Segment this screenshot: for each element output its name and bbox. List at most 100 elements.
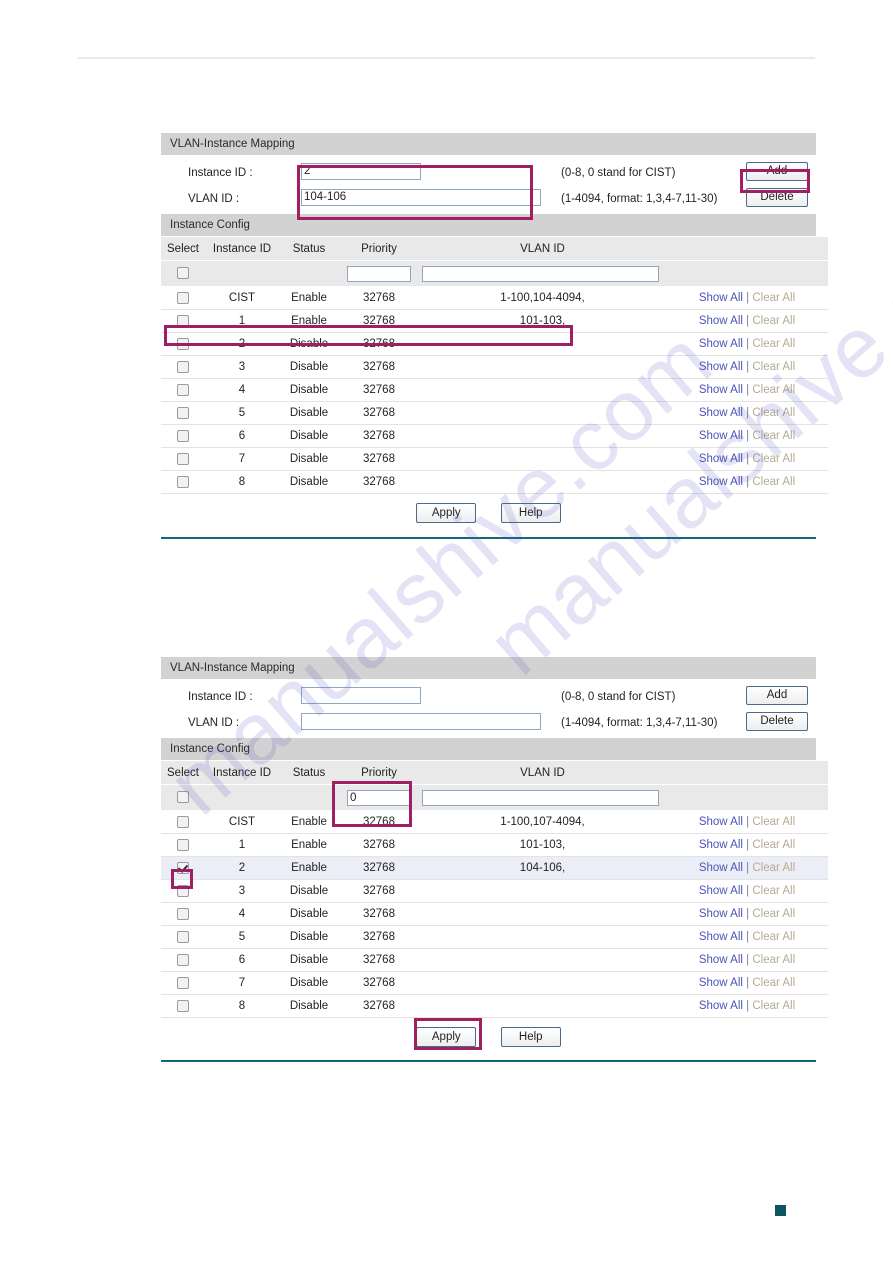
vlan-id-input-2[interactable] (301, 713, 541, 730)
show-all-link[interactable]: Show All (699, 384, 743, 396)
show-all-link[interactable]: Show All (699, 816, 743, 828)
row-select-checkbox[interactable] (177, 907, 189, 920)
clear-all-link[interactable]: Clear All (752, 338, 795, 350)
show-all-link[interactable]: Show All (699, 954, 743, 966)
row-select-checkbox[interactable] (177, 976, 189, 989)
clear-all-link[interactable]: Clear All (752, 407, 795, 419)
show-all-link[interactable]: Show All (699, 476, 743, 488)
priority-filter-input-1[interactable] (347, 265, 411, 282)
clear-all-link[interactable]: Clear All (752, 453, 795, 465)
show-all-link[interactable]: Show All (699, 977, 743, 989)
row-select-cell[interactable] (161, 810, 205, 834)
table-row[interactable]: 2 Disable 32768 Show All | Clear All (161, 332, 828, 356)
row-select-cell[interactable] (161, 994, 205, 1018)
table-row[interactable]: 3 Disable 32768 Show All | Clear All (161, 355, 828, 379)
row-select-checkbox[interactable] (177, 406, 189, 419)
instance-id-input-1[interactable] (301, 163, 421, 180)
row-select-checkbox[interactable] (177, 314, 189, 327)
show-all-link[interactable]: Show All (699, 862, 743, 874)
table-row[interactable]: 5 Disable 32768 Show All | Clear All (161, 401, 828, 425)
table-row[interactable]: CIST Enable 32768 1-100,104-4094, Show All |… (161, 286, 828, 310)
row-select-cell[interactable] (161, 925, 205, 949)
row-select-cell[interactable] (161, 879, 205, 903)
clear-all-link[interactable]: Clear All (752, 885, 795, 897)
row-select-cell[interactable] (161, 332, 205, 356)
row-select-cell[interactable] (161, 948, 205, 972)
row-select-checkbox[interactable] (177, 360, 189, 373)
show-all-link[interactable]: Show All (699, 430, 743, 442)
table-row[interactable]: 8 Disable 32768 Show All | Clear All (161, 994, 828, 1018)
row-select-cell[interactable] (161, 856, 205, 880)
show-all-link[interactable]: Show All (699, 407, 743, 419)
select-all-cell[interactable] (161, 260, 205, 287)
clear-all-link[interactable]: Clear All (752, 908, 795, 920)
row-select-cell[interactable] (161, 902, 205, 926)
add-button-1[interactable]: Add (746, 162, 808, 181)
row-select-cell[interactable] (161, 378, 205, 402)
show-all-link[interactable]: Show All (699, 338, 743, 350)
show-all-link[interactable]: Show All (699, 908, 743, 920)
show-all-link[interactable]: Show All (699, 885, 743, 897)
clear-all-link[interactable]: Clear All (752, 1000, 795, 1012)
table-row[interactable]: 1 Enable 32768 101-103, Show All | Clear All (161, 833, 828, 857)
clear-all-link[interactable]: Clear All (752, 384, 795, 396)
table-row[interactable]: 1 Enable 32768 101-103, Show All | Clear All (161, 309, 828, 333)
row-select-checkbox[interactable] (177, 838, 189, 851)
clear-all-link[interactable]: Clear All (752, 839, 795, 851)
row-select-checkbox[interactable] (177, 452, 189, 465)
row-select-checkbox[interactable] (177, 429, 189, 442)
clear-all-link[interactable]: Clear All (752, 931, 795, 943)
clear-all-link[interactable]: Clear All (752, 315, 795, 327)
show-all-link[interactable]: Show All (699, 453, 743, 465)
clear-all-link[interactable]: Clear All (752, 954, 795, 966)
apply-button-2[interactable]: Apply (416, 1027, 477, 1047)
row-select-cell[interactable] (161, 470, 205, 494)
row-select-cell[interactable] (161, 355, 205, 379)
row-select-cell[interactable] (161, 424, 205, 448)
table-row[interactable]: CIST Enable 32768 1-100,107-4094, Show All |… (161, 810, 828, 834)
row-select-checkbox[interactable] (177, 475, 189, 488)
row-select-checkbox[interactable] (177, 337, 189, 350)
clear-all-link[interactable]: Clear All (752, 476, 795, 488)
clear-all-link[interactable]: Clear All (752, 977, 795, 989)
clear-all-link[interactable]: Clear All (752, 292, 795, 304)
clear-all-link[interactable]: Clear All (752, 816, 795, 828)
row-select-cell[interactable] (161, 309, 205, 333)
table-row[interactable]: 8 Disable 32768 Show All | Clear All (161, 470, 828, 494)
help-button-1[interactable]: Help (500, 503, 561, 523)
vlan-filter-input-2[interactable] (422, 789, 659, 806)
row-select-checkbox[interactable] (177, 999, 189, 1012)
apply-button-1[interactable]: Apply (416, 503, 477, 523)
show-all-link[interactable]: Show All (699, 292, 743, 304)
table-row[interactable]: 3 Disable 32768 Show All | Clear All (161, 879, 828, 903)
row-select-cell[interactable] (161, 447, 205, 471)
table-row[interactable]: 4 Disable 32768 Show All | Clear All (161, 378, 828, 402)
row-select-cell[interactable] (161, 286, 205, 310)
row-select-cell[interactable] (161, 971, 205, 995)
show-all-link[interactable]: Show All (699, 315, 743, 327)
row-select-checkbox[interactable] (177, 953, 189, 966)
row-select-checkbox[interactable] (177, 291, 189, 304)
select-all-checkbox[interactable] (177, 791, 189, 804)
row-select-checkbox[interactable] (177, 383, 189, 396)
table-row[interactable]: 4 Disable 32768 Show All | Clear All (161, 902, 828, 926)
priority-filter-input-2[interactable] (347, 789, 411, 806)
table-row[interactable]: 6 Disable 32768 Show All | Clear All (161, 948, 828, 972)
row-select-checkbox[interactable] (177, 815, 189, 828)
delete-button-2[interactable]: Delete (746, 712, 808, 731)
instance-id-input-2[interactable] (301, 687, 421, 704)
show-all-link[interactable]: Show All (699, 1000, 743, 1012)
add-button-2[interactable]: Add (746, 686, 808, 705)
row-select-checkbox[interactable] (177, 930, 189, 943)
row-select-cell[interactable] (161, 401, 205, 425)
clear-all-link[interactable]: Clear All (752, 862, 795, 874)
row-select-cell[interactable] (161, 833, 205, 857)
select-all-checkbox[interactable] (177, 267, 189, 280)
table-row[interactable]: 6 Disable 32768 Show All | Clear All (161, 424, 828, 448)
table-row[interactable]: 7 Disable 32768 Show All | Clear All (161, 447, 828, 471)
show-all-link[interactable]: Show All (699, 839, 743, 851)
table-row[interactable]: 7 Disable 32768 Show All | Clear All (161, 971, 828, 995)
vlan-filter-input-1[interactable] (422, 265, 659, 282)
show-all-link[interactable]: Show All (699, 931, 743, 943)
table-row[interactable]: 2 Enable 32768 104-106, Show All | Clear All (161, 856, 828, 880)
